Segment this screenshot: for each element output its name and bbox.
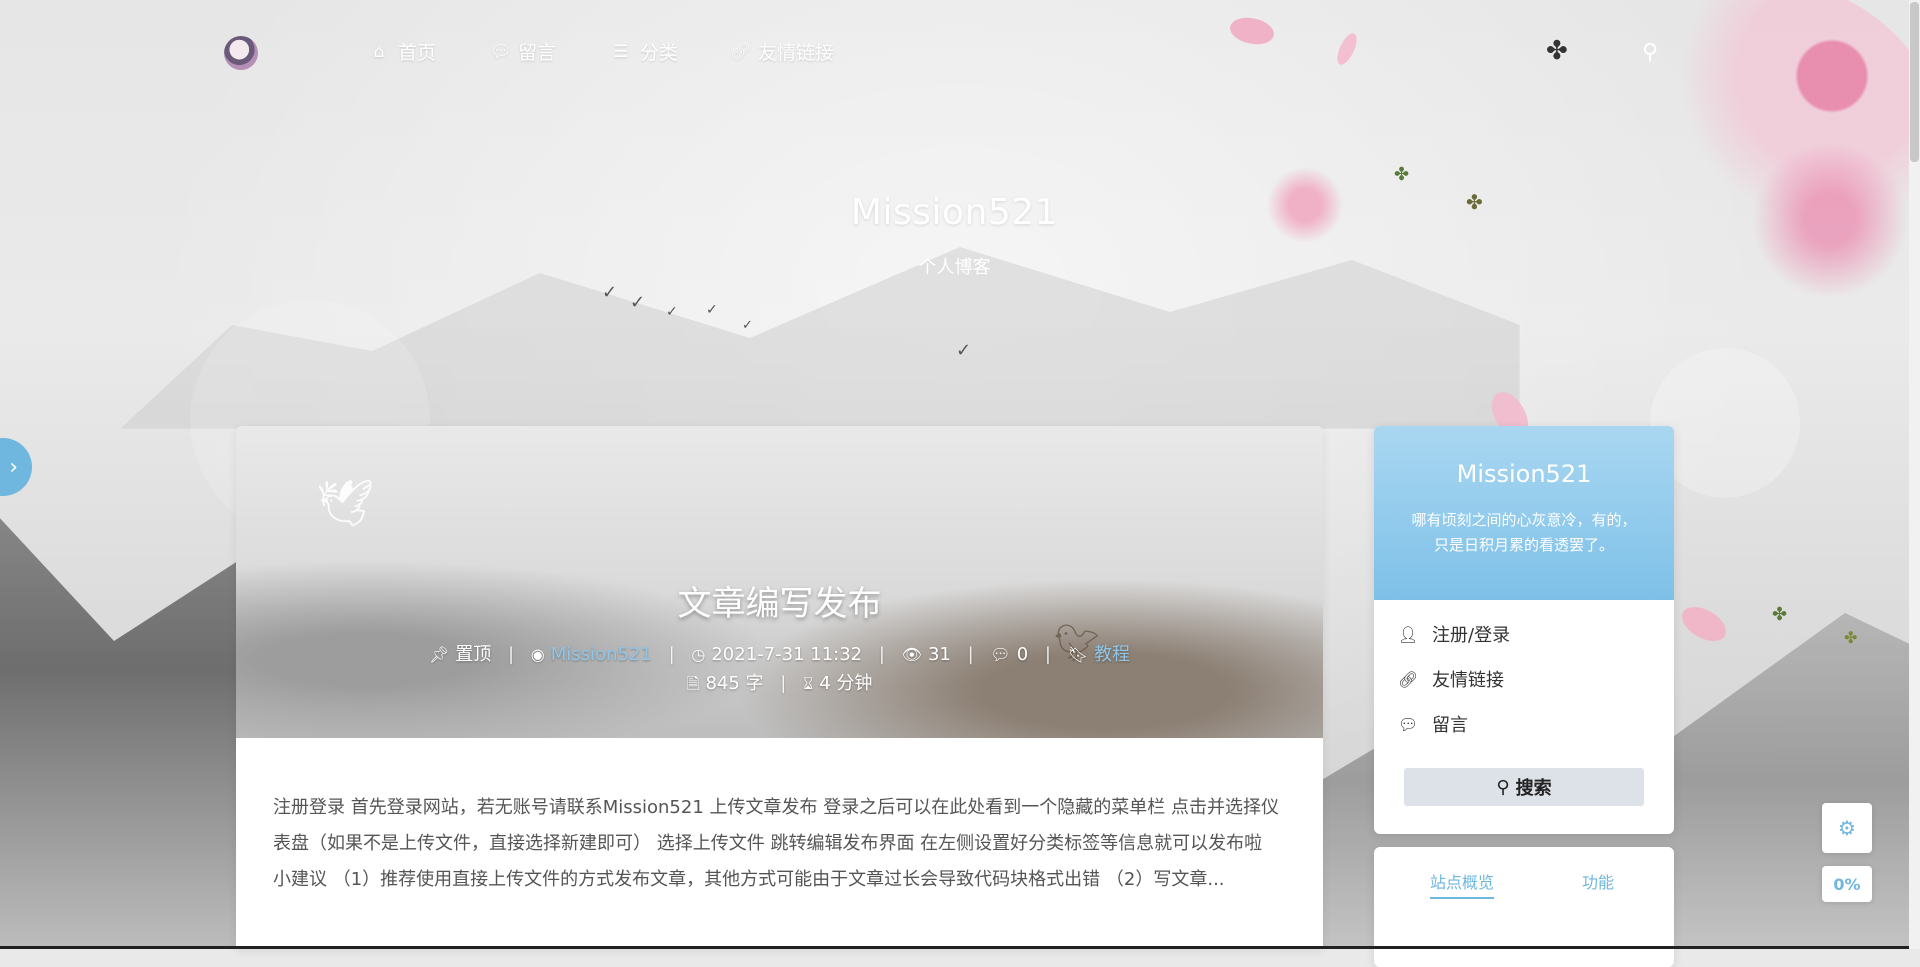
menu-item-login[interactable]: 👤︎ 注册/登录 <box>1398 621 1510 647</box>
nav-item-categories[interactable]: ☰ 分类 <box>612 38 678 65</box>
search-button[interactable]: ⚲ 搜索 <box>1404 768 1644 806</box>
list-icon: ☰ <box>613 41 629 62</box>
bird-icon: ✓ <box>742 318 753 333</box>
nav-item-messages[interactable]: 💬︎ 留言 <box>490 38 556 65</box>
date-label: 2021-7-31 11:32 <box>711 644 863 665</box>
petal <box>1676 599 1732 649</box>
user-circle-icon: ◉ <box>530 645 545 664</box>
author-link[interactable]: Mission521 <box>551 644 652 665</box>
eye-icon: 👁︎ <box>901 645 922 664</box>
settings-button[interactable]: ⚙ <box>1822 803 1872 853</box>
scrollbar-thumb[interactable] <box>1910 2 1919 162</box>
menu-item-label: 注册/登录 <box>1432 625 1511 646</box>
site-tabs-card: 站点概览 功能 <box>1374 847 1674 967</box>
home-icon: ⌂ <box>373 41 385 62</box>
profile-header: Mission521 哪有顷刻之间的心灰意冷，有的，只是日积月累的看透罢了。 <box>1374 426 1674 600</box>
post-meta-row: 📌︎ 置顶 | ◉ Mission521 | ◷ 2021-7-31 11:32 | … <box>236 640 1323 666</box>
post-views: 👁︎ 31 <box>902 644 951 665</box>
menu-item-friend-links[interactable]: 🔗︎ 友情链接 <box>1398 666 1504 692</box>
crane-icon: 🕊︎ <box>316 476 375 530</box>
bird-icon: ✓ <box>706 302 718 318</box>
search-button-label: 搜索 <box>1515 778 1552 799</box>
pinned-label: 置顶 <box>455 644 492 665</box>
bird-icon: ✓ <box>602 282 618 303</box>
chat-icon: 💬︎ <box>490 41 512 62</box>
nav-item-label: 友情链接 <box>758 42 835 64</box>
clock-icon: ◷ <box>691 645 706 664</box>
nav-item-home[interactable]: ⌂ 首页 <box>370 38 436 65</box>
user-icon: 👤︎ <box>1398 624 1419 644</box>
profile-motto: 哪有顷刻之间的心灰意冷，有的，只是日积月累的看透罢了。 <box>1411 511 1637 554</box>
pinned-tag: 📌︎ 置顶 <box>429 640 491 666</box>
nav-item-label: 分类 <box>640 42 679 64</box>
search-icon: ⚲ <box>1496 776 1510 798</box>
reading-time: ⌛︎ 4 分钟 <box>803 669 872 695</box>
link-icon: 🔗︎ <box>1398 669 1419 689</box>
tab-functions[interactable]: 功能 <box>1582 869 1614 893</box>
separator: | <box>967 644 974 665</box>
post-excerpt: 注册登录 首先登录网站，若无账号请联系Mission521 上传文章发布 登录之… <box>273 797 1279 890</box>
nav-item-friend-links[interactable]: 🔗︎ 友情链接 <box>730 38 834 65</box>
butterfly-icon: ✤ <box>1772 604 1788 625</box>
bookmark-icon: 🔖︎ <box>1067 645 1089 664</box>
post-category[interactable]: 🔖︎ 教程 <box>1068 640 1130 666</box>
site-subtitle: 个人博客 <box>918 257 991 278</box>
pin-icon: 📌︎ <box>428 645 450 664</box>
post-stats-row: 🗎 845 字 | ⌛︎ 4 分钟 <box>236 669 1323 700</box>
nav-item-label: 留言 <box>518 42 557 64</box>
post-date: ◷ 2021-7-31 11:32 <box>691 644 862 665</box>
butterfly-icon: ✤ <box>1844 628 1858 647</box>
site-title: Mission521 <box>850 192 1059 233</box>
bird-icon: ✓ <box>956 340 972 361</box>
chevron-right-icon: › <box>9 454 18 480</box>
separator: | <box>507 644 515 665</box>
gear-icon: ⚙ <box>1838 816 1856 840</box>
post-title[interactable]: 文章编写发布 <box>236 576 1323 625</box>
scroll-progress-indicator[interactable]: 0% <box>1822 866 1872 902</box>
word-count-label: 845 字 <box>705 673 764 694</box>
menu-item-label: 留言 <box>1432 715 1468 736</box>
chat-icon: 💬︎ <box>1398 714 1419 734</box>
post-card[interactable]: 🕊︎ 🐦︎ 文章编写发布 📌︎ 置顶 | ◉ Mission521 | ◷ 2021-… <box>236 426 1323 949</box>
menu-item-messages[interactable]: 💬︎ 留言 <box>1398 711 1468 737</box>
nav-item-label: 首页 <box>398 42 437 64</box>
profile-card: Mission521 哪有顷刻之间的心灰意冷，有的，只是日积月累的看透罢了。 👤… <box>1374 426 1674 834</box>
word-count: 🗎 845 字 <box>687 669 764 700</box>
separator: | <box>780 673 787 694</box>
profile-name: Mission521 <box>1456 460 1592 488</box>
reading-time-label: 4 分钟 <box>819 673 873 694</box>
top-navigation: ⌂ 首页 💬︎ 留言 ☰ 分类 🔗︎ 友情链接 ⚲ <box>0 0 1920 104</box>
document-icon: 🗎 <box>686 674 700 693</box>
butterfly-icon: ✤ <box>1394 164 1410 185</box>
post-comments: 💬︎ 0 <box>990 644 1028 665</box>
comment-icon: 💬︎ <box>990 645 1011 664</box>
bird-icon: ✓ <box>666 304 678 320</box>
bird-icon: ✓ <box>630 292 646 313</box>
site-logo-avatar[interactable] <box>224 36 258 70</box>
separator: | <box>668 644 675 665</box>
search-icon[interactable]: ⚲ <box>1642 40 1658 65</box>
post-author[interactable]: ◉ Mission521 <box>531 644 652 665</box>
link-icon: 🔗︎ <box>730 41 752 62</box>
views-count: 31 <box>927 644 951 665</box>
category-link[interactable]: 教程 <box>1094 640 1130 666</box>
comments-count: 0 <box>1016 644 1029 665</box>
hourglass-icon: ⌛︎ <box>803 674 814 693</box>
menu-item-label: 友情链接 <box>1432 670 1504 691</box>
tab-site-overview[interactable]: 站点概览 <box>1430 869 1495 899</box>
page-scrollbar[interactable] <box>1909 0 1920 949</box>
separator: | <box>878 644 885 665</box>
separator: | <box>1044 644 1051 665</box>
